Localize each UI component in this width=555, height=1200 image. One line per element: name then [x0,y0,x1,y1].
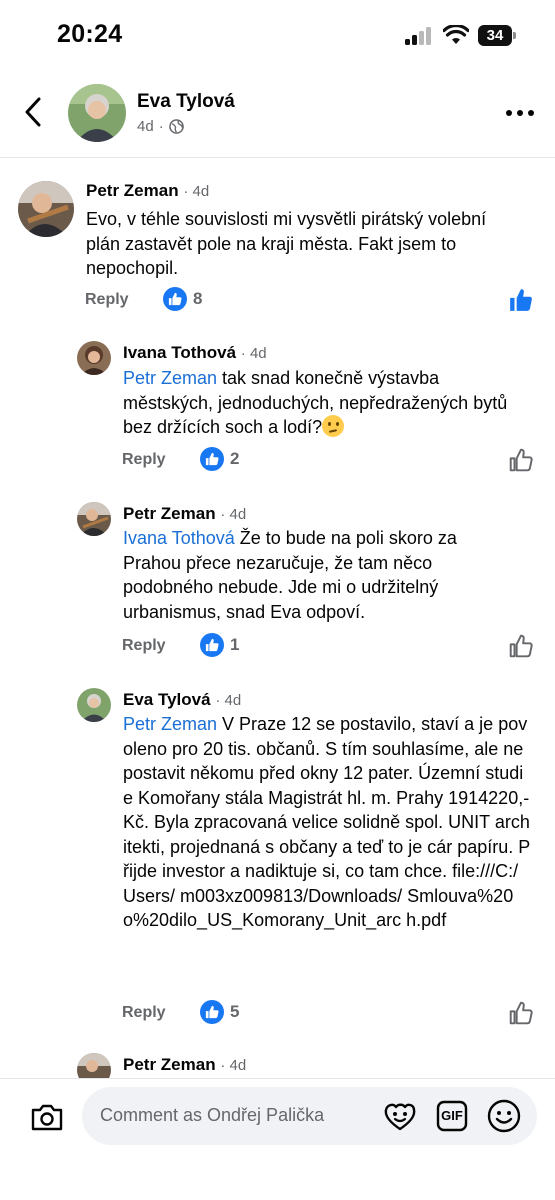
comment-time: · 4d [220,506,247,523]
post-age: 4d [137,118,154,135]
comment-text: Ivana Tothová Že to bude na poli skoro z… [123,528,457,622]
like-button-icon[interactable] [508,1000,534,1026]
comment-text: Petr Zeman V Praze 12 se postavilo, stav… [123,714,531,930]
like-button-active-icon[interactable] [508,287,534,313]
status-bar: 20:24 34 [0,0,555,72]
comment-reply: Petr Zeman · 4d [0,1047,555,1078]
back-button[interactable] [20,94,48,130]
comment-author[interactable]: Petr Zeman · 4d [123,1055,246,1075]
like-button-icon[interactable] [508,447,534,473]
like-reaction-icon [200,633,224,657]
reaction-summary[interactable]: 1 [200,633,239,657]
comment-reply: Eva Tylová · 4d Petr Zeman V Praze 12 se… [0,682,555,1042]
commenter-avatar[interactable] [77,1053,111,1078]
post-author-name[interactable]: Eva Tylová [137,91,235,113]
meta-separator: · [158,118,164,135]
gif-button[interactable]: GIF [436,1100,468,1132]
comment: Petr Zeman · 4d Evo, v téhle souvislosti… [0,175,555,325]
reply-button[interactable]: Reply [122,451,166,469]
comment-time: · 4d [183,183,210,200]
like-reaction-icon [200,447,224,471]
mention-link[interactable]: Petr Zeman [123,714,217,734]
comment-author[interactable]: Petr Zeman · 4d [86,181,209,201]
comment-reply: Ivana Tothová · 4d Petr Zeman tak snad k… [0,335,555,485]
post-header: Eva Tylová 4d · [0,72,555,158]
reply-button[interactable]: Reply [122,1004,166,1022]
more-options-button[interactable] [505,108,535,118]
like-button-icon[interactable] [508,633,534,659]
comment-reply: Petr Zeman · 4d Ivana Tothová Že to bude… [0,496,555,671]
thinking-face-emoji-icon [322,415,345,437]
comment-time: · 4d [215,692,242,709]
like-reaction-icon [163,287,187,311]
wifi-icon [443,25,469,44]
comment-time: · 4d [240,345,267,362]
commenter-avatar[interactable] [77,688,111,722]
comment-placeholder: Comment as Ondřej Palička [100,1105,325,1125]
comment-author[interactable]: Eva Tylová · 4d [123,690,241,710]
mention-link[interactable]: Petr Zeman [123,368,217,388]
reaction-summary[interactable]: 8 [163,287,202,311]
battery-icon: 34 [478,25,516,46]
reply-button[interactable]: Reply [122,637,166,655]
author-avatar[interactable] [68,84,126,142]
gif-label: GIF [441,1108,463,1123]
reaction-summary[interactable]: 2 [200,447,239,471]
comment-composer: Comment as Ondřej Palička GIF [0,1078,555,1200]
sticker-icon[interactable] [383,1100,417,1132]
reaction-count: 2 [230,449,240,468]
comment-author[interactable]: Ivana Tothová · 4d [123,343,267,363]
cellular-signal-icon [405,27,433,45]
reaction-count: 5 [230,1002,240,1021]
comment-author[interactable]: Petr Zeman · 4d [123,504,246,524]
post-meta: 4d · [137,118,184,135]
reaction-count: 1 [230,635,240,654]
comment-text: Evo, v téhle souvislosti mi vysvětli pir… [86,209,487,278]
reaction-count: 8 [193,289,203,308]
reply-button[interactable]: Reply [85,291,129,309]
like-reaction-icon [200,1000,224,1024]
emoji-icon[interactable] [486,1098,522,1134]
globe-icon [168,119,184,134]
camera-icon[interactable] [30,1102,64,1132]
comment-text: Petr Zeman tak snad konečně výstavba měs… [123,368,508,437]
reaction-summary[interactable]: 5 [200,1000,239,1024]
comment-input[interactable]: Comment as Ondřej Palička GIF [82,1087,537,1145]
mention-link[interactable]: Ivana Tothová [123,528,235,548]
commenter-avatar[interactable] [18,181,74,237]
commenter-avatar[interactable] [77,502,111,536]
status-time: 20:24 [57,20,123,48]
comment-time: · 4d [220,1057,247,1074]
battery-level: 34 [478,25,512,46]
commenter-avatar[interactable] [77,341,111,375]
